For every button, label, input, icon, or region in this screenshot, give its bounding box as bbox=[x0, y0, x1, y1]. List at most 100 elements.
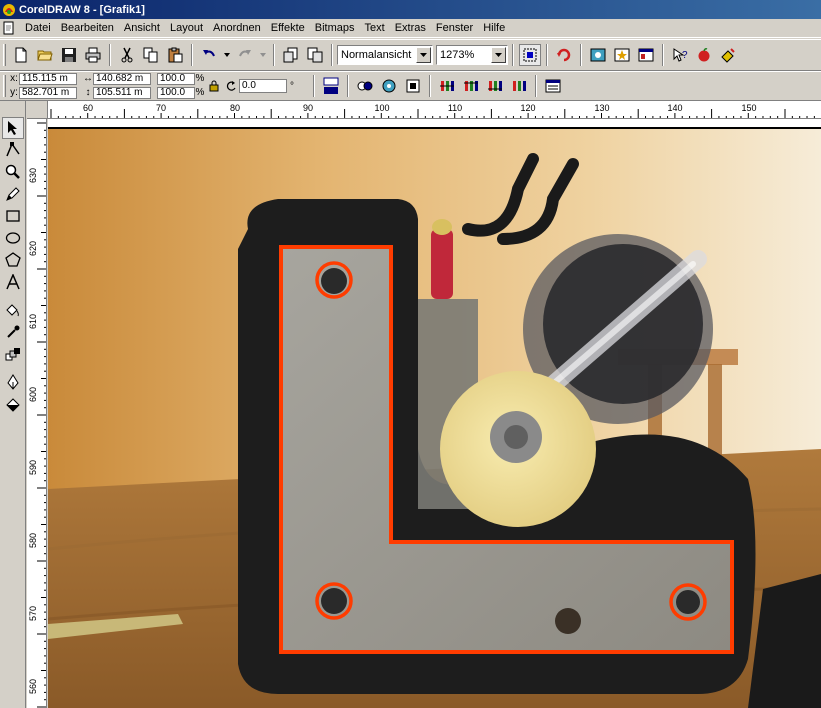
copy-button[interactable] bbox=[140, 44, 162, 66]
interactive-blend-tool[interactable] bbox=[2, 343, 24, 365]
mirror-icon bbox=[323, 77, 339, 94]
menu-hilfe[interactable]: Hilfe bbox=[478, 22, 510, 34]
toolbar-separator bbox=[662, 44, 664, 66]
ruler-origin[interactable] bbox=[27, 101, 48, 119]
apple-tool-button[interactable] bbox=[693, 44, 715, 66]
fill-tool[interactable] bbox=[2, 393, 24, 415]
menu-bar: Datei Bearbeiten Ansicht Layout Anordnen… bbox=[0, 19, 821, 38]
scale-y-field[interactable]: 100.0 bbox=[157, 87, 195, 99]
application-launcher-button[interactable] bbox=[587, 44, 609, 66]
h-ruler-label: 140 bbox=[667, 103, 683, 113]
horizontal-ruler[interactable]: 60 70 80 90 100 110 120 130 140 150 bbox=[48, 101, 821, 119]
position-fields: x: 115.115 m y: 582.701 m bbox=[9, 73, 77, 99]
vertical-ruler[interactable]: 630 620 610 600 590 580 570 560 bbox=[27, 119, 47, 708]
ellipse-tool[interactable] bbox=[2, 227, 24, 249]
align-left-button[interactable] bbox=[436, 75, 458, 97]
chevron-down-icon[interactable] bbox=[491, 47, 506, 63]
menu-datei[interactable]: Datei bbox=[20, 22, 56, 34]
properties-button[interactable] bbox=[542, 75, 564, 97]
rotation-field[interactable]: 0.0 bbox=[239, 79, 287, 93]
x-label: x: bbox=[10, 73, 18, 84]
y-position-field[interactable]: 582.701 m bbox=[19, 87, 77, 99]
distribute-icon bbox=[513, 81, 526, 91]
menu-bitmaps[interactable]: Bitmaps bbox=[310, 22, 360, 34]
x-position-field[interactable]: 115.115 m bbox=[19, 73, 77, 85]
zoom-tool[interactable] bbox=[2, 161, 24, 183]
percent-label: % bbox=[195, 87, 205, 98]
toolbar-separator bbox=[429, 75, 431, 97]
corel-online-button[interactable] bbox=[611, 44, 633, 66]
lock-ratio-button[interactable] bbox=[206, 75, 222, 97]
redo-dropdown[interactable] bbox=[258, 44, 268, 66]
menu-effekte[interactable]: Effekte bbox=[266, 22, 310, 34]
drawing-canvas[interactable] bbox=[48, 119, 821, 708]
menu-extras[interactable]: Extras bbox=[390, 22, 431, 34]
toolbar-grip[interactable] bbox=[3, 75, 6, 97]
distribute-button[interactable] bbox=[508, 75, 530, 97]
paste-button[interactable] bbox=[164, 44, 186, 66]
undo-dropdown[interactable] bbox=[222, 44, 232, 66]
menu-bearbeiten[interactable]: Bearbeiten bbox=[56, 22, 119, 34]
cut-button[interactable] bbox=[116, 44, 138, 66]
align-icon bbox=[488, 81, 502, 91]
weld-button[interactable] bbox=[378, 75, 400, 97]
menu-fenster[interactable]: Fenster bbox=[431, 22, 478, 34]
ellipse-icon bbox=[5, 232, 21, 244]
shape-tool[interactable] bbox=[2, 139, 24, 161]
toolbar-separator bbox=[535, 75, 537, 97]
undo-button[interactable] bbox=[198, 44, 220, 66]
apple-icon bbox=[698, 48, 710, 62]
height-field[interactable]: 105.511 m bbox=[93, 87, 151, 99]
title-bar: CorelDRAW 8 - [Grafik1] bbox=[0, 0, 821, 19]
trim-button[interactable] bbox=[354, 75, 376, 97]
align-right-button[interactable] bbox=[484, 75, 506, 97]
save-button[interactable] bbox=[58, 44, 80, 66]
open-button[interactable] bbox=[34, 44, 56, 66]
menu-text[interactable]: Text bbox=[360, 22, 390, 34]
document-icon[interactable] bbox=[2, 21, 16, 35]
paint-tool-button[interactable] bbox=[717, 44, 739, 66]
menu-anordnen[interactable]: Anordnen bbox=[208, 22, 266, 34]
save-disk-icon bbox=[62, 48, 76, 62]
polygon-icon bbox=[5, 252, 21, 267]
trim-icon bbox=[357, 81, 373, 91]
toolbar-separator bbox=[347, 75, 349, 97]
menu-ansicht[interactable]: Ansicht bbox=[119, 22, 165, 34]
text-tool[interactable] bbox=[2, 271, 24, 293]
mirror-buttons[interactable] bbox=[320, 75, 342, 97]
width-field[interactable]: 140.682 m bbox=[93, 73, 151, 85]
corel-tutor-button[interactable] bbox=[553, 44, 575, 66]
pick-tool[interactable] bbox=[2, 117, 24, 139]
view-mode-select[interactable]: Normalansicht bbox=[337, 45, 433, 65]
chevron-down-icon bbox=[260, 53, 266, 57]
freehand-tool[interactable] bbox=[2, 183, 24, 205]
align-center-button[interactable] bbox=[460, 75, 482, 97]
intersect-button[interactable] bbox=[402, 75, 424, 97]
rectangle-tool[interactable] bbox=[2, 205, 24, 227]
import-button[interactable] bbox=[280, 44, 302, 66]
scale-x-field[interactable]: 100.0 bbox=[157, 73, 195, 85]
toolbar-grip[interactable] bbox=[3, 44, 6, 66]
eyedropper-tool[interactable] bbox=[2, 321, 24, 343]
scrapbook-button[interactable] bbox=[635, 44, 657, 66]
menu-layout[interactable]: Layout bbox=[165, 22, 208, 34]
bitmap-photo[interactable] bbox=[48, 119, 821, 708]
snap-to-grid-button[interactable] bbox=[519, 44, 541, 66]
chevron-down-icon[interactable] bbox=[416, 47, 431, 63]
interactive-fill-tool[interactable] bbox=[2, 299, 24, 321]
blend-icon bbox=[5, 348, 20, 361]
text-a-icon bbox=[6, 274, 20, 290]
export-button[interactable] bbox=[304, 44, 326, 66]
polygon-tool[interactable] bbox=[2, 249, 24, 271]
new-button[interactable] bbox=[10, 44, 32, 66]
align-icon bbox=[440, 81, 454, 91]
pointer-arrow-icon bbox=[8, 121, 17, 135]
h-ruler-label: 70 bbox=[155, 103, 167, 113]
coreldraw-app-icon[interactable] bbox=[2, 3, 16, 17]
degree-label: ° bbox=[290, 80, 294, 92]
whats-this-help-button[interactable]: ? bbox=[669, 44, 691, 66]
outline-tool[interactable] bbox=[2, 371, 24, 393]
zoom-select[interactable]: 1273% bbox=[436, 45, 508, 65]
print-button[interactable] bbox=[82, 44, 104, 66]
redo-button[interactable] bbox=[234, 44, 256, 66]
